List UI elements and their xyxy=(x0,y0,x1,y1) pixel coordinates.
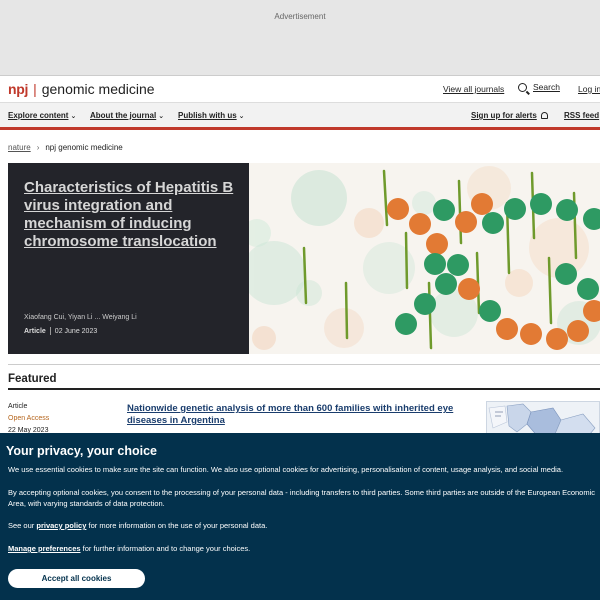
chevron-down-icon: ⌄ xyxy=(158,113,165,120)
meta-divider xyxy=(49,327,51,335)
hero-date: 02 June 2023 xyxy=(54,327,98,335)
hero-article-title[interactable]: Characteristics of Hepatitis B virus int… xyxy=(24,179,236,251)
hero-illustration xyxy=(249,163,600,354)
search-button[interactable]: Search xyxy=(518,82,560,93)
privacy-text-before: See our xyxy=(8,521,35,530)
publish-with-us-label: Publish with us xyxy=(178,111,237,120)
about-journal-label: About the journal xyxy=(90,111,157,120)
hero-authors: Xiaofang Cui, Yiyan Li ... Weiyang Li xyxy=(24,314,137,321)
explore-content-label: Explore content xyxy=(8,111,69,120)
cookie-title: Your privacy, your choice xyxy=(6,444,157,458)
publish-with-us-menu[interactable]: Publish with us ⌄ xyxy=(178,111,245,120)
featured-article-type: Article xyxy=(8,403,28,410)
search-icon xyxy=(518,83,527,93)
brand-separator: | xyxy=(33,81,37,97)
cookie-consent-banner: Your privacy, your choice We use essenti… xyxy=(0,433,600,600)
explore-content-menu[interactable]: Explore content ⌄ xyxy=(8,111,76,120)
view-all-journals-link[interactable]: View all journals xyxy=(443,84,504,94)
hero-illustration-graphic xyxy=(249,166,600,350)
brand-npj: npj xyxy=(8,81,29,97)
journal-nav: Explore content ⌄ About the journal ⌄ Publ… xyxy=(0,103,600,130)
sign-up-alerts-link[interactable]: Sign up for alerts xyxy=(471,111,548,120)
open-access-badge: Open Access xyxy=(8,415,50,422)
breadcrumb: nature › npj genomic medicine xyxy=(8,143,123,152)
breadcrumb-separator-icon: › xyxy=(36,143,40,152)
login-link[interactable]: Log in xyxy=(578,84,600,94)
manage-preferences-link[interactable]: Manage preferences xyxy=(8,544,81,553)
hero-article-type: Article xyxy=(24,327,46,335)
cookie-paragraph-consent: By accepting optional cookies, you conse… xyxy=(8,488,595,508)
advertisement-banner: Advertisement xyxy=(0,0,600,76)
breadcrumb-nature[interactable]: nature xyxy=(8,143,31,152)
featured-heading: Featured xyxy=(8,364,600,390)
about-journal-menu[interactable]: About the journal ⌄ xyxy=(90,111,164,120)
rss-feed-link[interactable]: RSS feed xyxy=(564,111,599,120)
cookie-paragraph-privacy: See our privacy policy for more informat… xyxy=(8,520,600,531)
privacy-policy-link[interactable]: privacy policy xyxy=(36,521,86,530)
manage-text-after: for further information and to change yo… xyxy=(82,544,251,553)
hero-text-panel: Characteristics of Hepatitis B virus int… xyxy=(8,163,249,354)
featured-article-title[interactable]: Nationwide genetic analysis of more than… xyxy=(127,403,472,427)
chevron-down-icon: ⌄ xyxy=(238,113,245,120)
hero-meta: Article 02 June 2023 xyxy=(24,327,97,335)
journal-logo[interactable]: npj | genomic medicine xyxy=(8,81,155,97)
sign-up-alerts-label: Sign up for alerts xyxy=(471,111,537,120)
hero-article: Characteristics of Hepatitis B virus int… xyxy=(8,163,600,354)
accept-all-cookies-button[interactable]: Accept all cookies xyxy=(8,569,145,588)
chevron-down-icon: ⌄ xyxy=(70,113,77,120)
privacy-text-after: for more information on the use of your … xyxy=(88,521,268,530)
featured-title: Featured xyxy=(8,373,57,385)
site-header: npj | genomic medicine View all journals S… xyxy=(0,76,600,103)
bell-icon xyxy=(540,112,548,120)
brand-name: genomic medicine xyxy=(41,81,155,97)
cookie-paragraph-essential: We use essential cookies to make sure th… xyxy=(8,465,564,474)
breadcrumb-current: npj genomic medicine xyxy=(45,143,123,152)
cookie-paragraph-manage: Manage preferences for further informati… xyxy=(8,543,600,554)
advertisement-label: Advertisement xyxy=(274,12,326,21)
search-label: Search xyxy=(533,82,560,92)
